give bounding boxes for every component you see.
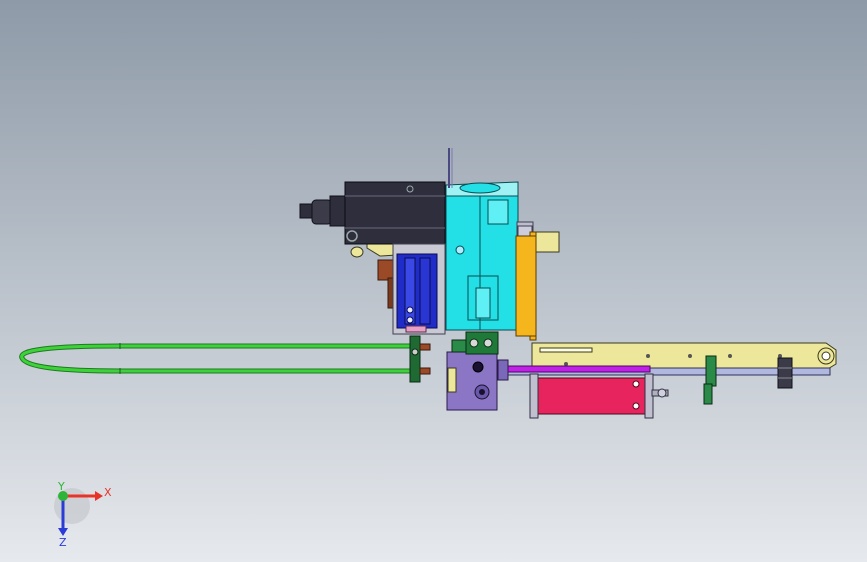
z-axis-label: Z — [59, 536, 67, 549]
x-axis-label: X — [104, 486, 112, 499]
blue-slide-unit[interactable] — [396, 253, 438, 333]
y-axis-label: Y — [57, 480, 65, 493]
cad-3d-viewport[interactable]: X Y Z — [0, 0, 867, 562]
violet-piston-rod[interactable] — [499, 365, 651, 373]
rail-stop[interactable] — [777, 357, 793, 389]
viewport-canvas[interactable]: X Y Z — [0, 0, 867, 562]
magenta-cylinder[interactable] — [529, 373, 669, 419]
